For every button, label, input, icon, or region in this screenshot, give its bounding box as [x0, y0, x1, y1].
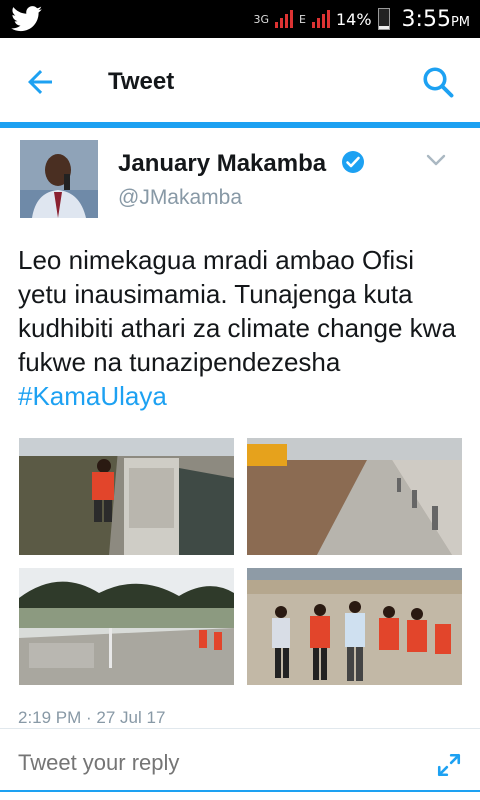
signal-bars-icon [275, 10, 294, 28]
twitter-bird-icon [11, 6, 43, 32]
tweet-photo-4[interactable] [247, 568, 462, 685]
avatar[interactable] [20, 140, 98, 218]
clock-ampm: PM [450, 14, 470, 30]
header-divider [0, 122, 480, 128]
signal-bars-icon-2 [311, 10, 330, 28]
author-name[interactable]: January Makamba [118, 150, 326, 178]
hashtag-link[interactable]: #KamaUlaya [18, 381, 167, 411]
tweet-text: Leo nimekagua mradi ambao Ofisi yetu ina… [18, 243, 468, 413]
author-handle[interactable]: @JMakamba [118, 186, 242, 210]
expand-icon[interactable] [436, 752, 462, 778]
reply-underline [0, 790, 480, 792]
clock: 3:55PM [402, 7, 470, 32]
tweet-photo-3[interactable] [19, 568, 234, 685]
tweet-body: Leo nimekagua mradi ambao Ofisi yetu ina… [18, 245, 456, 377]
clock-time: 3:55 [401, 6, 451, 32]
search-icon[interactable] [420, 64, 456, 100]
page-title: Tweet [108, 68, 175, 95]
app-bar: Tweet [0, 38, 480, 122]
status-bar: 3G E 14% 3:55PM [0, 0, 480, 38]
tweet-photo-1[interactable] [19, 438, 234, 555]
tweet-timestamp: 2:19 PM · 27 Jul 17 [18, 708, 166, 727]
network-3g-label: 3G [253, 12, 270, 26]
network-e-label: E [299, 12, 306, 26]
back-arrow-icon[interactable] [22, 64, 58, 100]
tweet-photo-2[interactable] [247, 438, 462, 555]
reply-divider [0, 728, 480, 729]
verified-badge-icon [342, 151, 364, 173]
battery-icon [377, 8, 390, 30]
reply-input[interactable] [18, 750, 398, 776]
battery-percent: 14% [335, 9, 372, 29]
chevron-down-icon[interactable] [426, 152, 446, 168]
